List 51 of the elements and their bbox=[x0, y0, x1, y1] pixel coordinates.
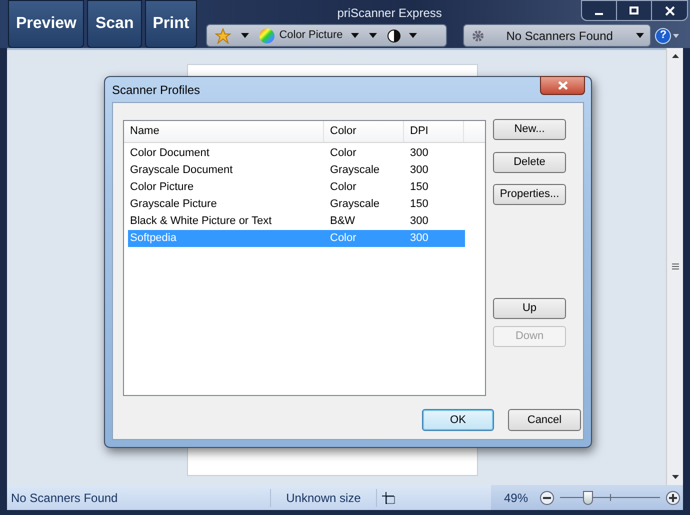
color-mode-dropdown[interactable]: Color Picture bbox=[259, 27, 359, 44]
close-icon bbox=[558, 81, 568, 90]
zoom-out-button[interactable] bbox=[540, 490, 554, 504]
favorites-dropdown[interactable] bbox=[215, 28, 250, 44]
dialog-button[interactable]: Properties... bbox=[493, 184, 566, 205]
minus-icon bbox=[543, 496, 552, 498]
scanner-dropdown[interactable]: No Scanners Found bbox=[463, 24, 652, 47]
list-row[interactable]: Color Document Color 300 bbox=[128, 145, 465, 162]
column-header[interactable]: Name bbox=[124, 121, 324, 142]
caret-icon bbox=[636, 33, 644, 38]
dialog-button[interactable]: New... bbox=[493, 119, 566, 140]
dialog-button[interactable]: Delete bbox=[493, 152, 566, 173]
list-row[interactable]: Grayscale Document Grayscale 300 bbox=[128, 162, 465, 179]
caret-icon bbox=[408, 33, 417, 38]
caret-icon bbox=[673, 34, 680, 38]
contrast-icon bbox=[386, 28, 401, 42]
scroll-grip-icon bbox=[672, 262, 678, 270]
status-text: No Scanners Found bbox=[7, 488, 271, 506]
color-wheel-icon bbox=[259, 28, 276, 44]
dialog-button[interactable]: Up bbox=[493, 298, 566, 319]
list-row[interactable]: Color Picture Color 150 bbox=[128, 179, 465, 196]
column-header[interactable]: Color bbox=[324, 121, 404, 142]
gear-icon bbox=[470, 28, 486, 44]
toolbar-button[interactable]: Preview bbox=[8, 0, 84, 48]
zoom-slider-thumb[interactable] bbox=[583, 490, 594, 504]
selection-icon bbox=[382, 492, 396, 504]
minimize-icon bbox=[595, 12, 603, 14]
caret-icon bbox=[350, 33, 359, 38]
toolbar-button[interactable]: Scan bbox=[87, 0, 142, 48]
cancel-button[interactable]: Cancel bbox=[508, 409, 581, 431]
zoom-level: 49% bbox=[504, 490, 528, 506]
scroll-down-icon bbox=[672, 475, 678, 479]
window-title: priScanner Express bbox=[337, 5, 442, 22]
close-button[interactable] bbox=[540, 76, 585, 95]
list-row[interactable]: Grayscale Picture Grayscale 150 bbox=[128, 196, 465, 213]
zoom-in-button[interactable] bbox=[666, 490, 680, 504]
maximize-icon bbox=[629, 6, 639, 16]
status-text: Unknown size bbox=[271, 488, 377, 506]
dialog-title: Scanner Profiles bbox=[112, 82, 200, 98]
plus-icon bbox=[669, 494, 678, 502]
caret-icon bbox=[368, 33, 377, 38]
close-icon bbox=[664, 6, 674, 16]
color-options-dropdown[interactable] bbox=[368, 33, 377, 38]
column-header[interactable]: DPI bbox=[404, 121, 464, 142]
ok-button[interactable]: OK bbox=[422, 409, 494, 431]
list-row[interactable]: Black & White Picture or Text B&W 300 bbox=[128, 213, 465, 230]
caret-icon bbox=[241, 33, 250, 38]
star-icon bbox=[215, 28, 232, 44]
scroll-up-icon bbox=[672, 54, 678, 58]
contrast-dropdown[interactable] bbox=[386, 28, 417, 42]
toolbar-button[interactable]: Print bbox=[144, 0, 198, 48]
